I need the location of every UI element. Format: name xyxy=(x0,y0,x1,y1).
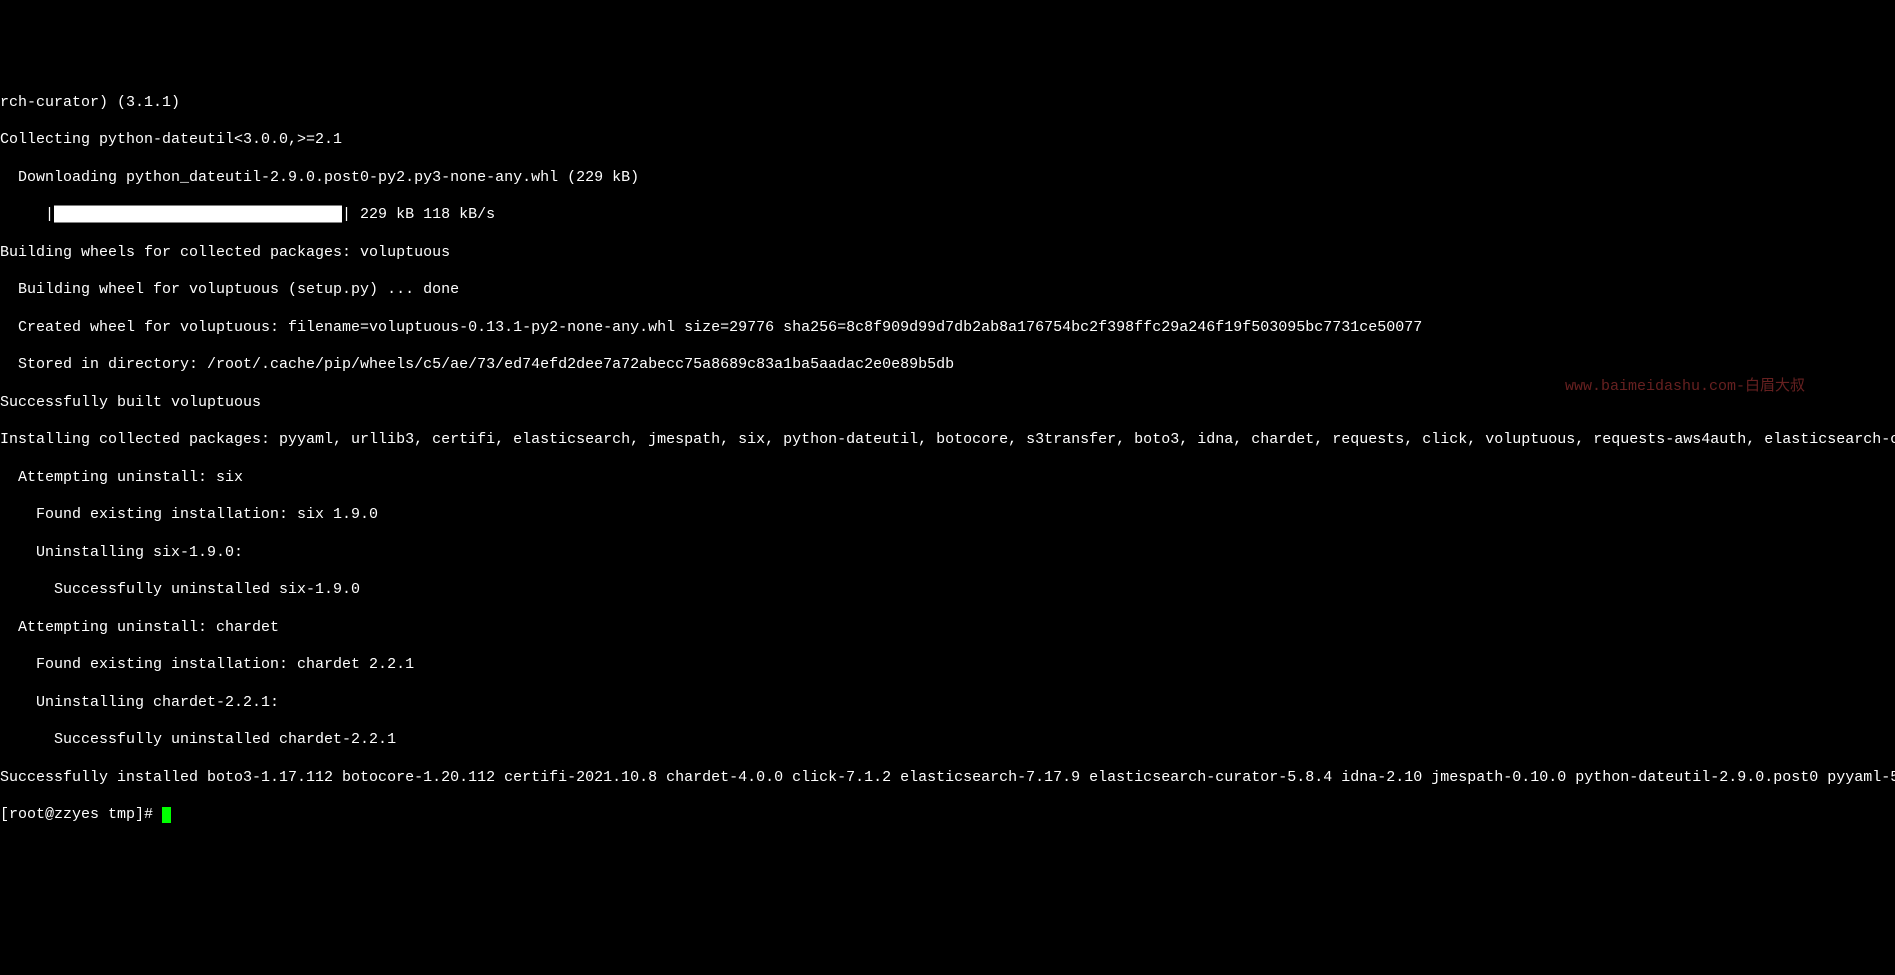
output-line: Building wheels for collected packages: … xyxy=(0,244,1895,263)
output-line: Found existing installation: six 1.9.0 xyxy=(0,506,1895,525)
output-line: Created wheel for voluptuous: filename=v… xyxy=(0,319,1895,338)
output-line: |████████████████████████████████| 229 k… xyxy=(0,206,1895,225)
output-line: Downloading python_dateutil-2.9.0.post0-… xyxy=(0,169,1895,188)
output-line: Collecting python-dateutil<3.0.0,>=2.1 xyxy=(0,131,1895,150)
output-line: Installing collected packages: pyyaml, u… xyxy=(0,431,1895,450)
output-line: Successfully installed boto3-1.17.112 bo… xyxy=(0,769,1895,788)
output-line: Stored in directory: /root/.cache/pip/wh… xyxy=(0,356,1895,375)
output-line: Successfully uninstalled chardet-2.2.1 xyxy=(0,731,1895,750)
output-line: Attempting uninstall: six xyxy=(0,469,1895,488)
output-line: Found existing installation: chardet 2.2… xyxy=(0,656,1895,675)
output-line: Successfully uninstalled six-1.9.0 xyxy=(0,581,1895,600)
output-line: Uninstalling chardet-2.2.1: xyxy=(0,694,1895,713)
prompt-line[interactable]: [root@zzyes tmp]# xyxy=(0,806,1895,825)
terminal-output[interactable]: rch-curator) (3.1.1) Collecting python-d… xyxy=(0,75,1895,844)
shell-prompt: [root@zzyes tmp]# xyxy=(0,806,162,823)
output-line: Successfully built voluptuous xyxy=(0,394,1895,413)
output-line: Attempting uninstall: chardet xyxy=(0,619,1895,638)
output-line: Building wheel for voluptuous (setup.py)… xyxy=(0,281,1895,300)
output-line: Uninstalling six-1.9.0: xyxy=(0,544,1895,563)
output-line: rch-curator) (3.1.1) xyxy=(0,94,1895,113)
cursor-icon xyxy=(162,807,171,823)
